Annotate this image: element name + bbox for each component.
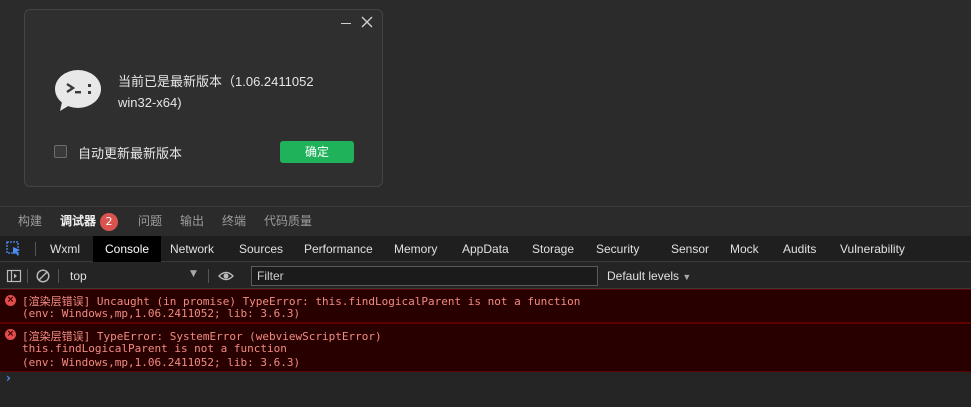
nav-terminal[interactable]: 终端 bbox=[222, 207, 246, 237]
toolbar-divider bbox=[27, 269, 28, 283]
tab-appdata[interactable]: AppData bbox=[462, 236, 509, 262]
nav-problems[interactable]: 问题 bbox=[138, 207, 162, 237]
log-levels-label: Default levels bbox=[607, 269, 680, 283]
confirm-button[interactable]: 确定 bbox=[280, 141, 354, 163]
update-dialog: 当前已是最新版本（1.06.2411052 win32-x64) 自动更新最新版… bbox=[24, 9, 383, 187]
toolbar-divider bbox=[208, 269, 209, 283]
context-selector[interactable]: top bbox=[70, 263, 87, 289]
tab-vulnerability[interactable]: Vulnerability bbox=[840, 236, 905, 262]
tab-network[interactable]: Network bbox=[170, 236, 214, 262]
console-prompt-icon[interactable]: › bbox=[6, 371, 11, 385]
bottom-panel-nav: 构建 调试器 2 问题 输出 终端 代码质量 bbox=[0, 206, 971, 236]
toolbar-divider bbox=[58, 269, 59, 283]
chevron-down-icon: ▼ bbox=[682, 272, 692, 282]
console-error-message[interactable]: × [渲染层错误] Uncaught (in promise) TypeErro… bbox=[0, 289, 971, 323]
error-text-line: this.findLogicalParent is not a function bbox=[22, 342, 287, 355]
tab-console[interactable]: Console bbox=[93, 236, 162, 262]
tab-storage[interactable]: Storage bbox=[532, 236, 574, 262]
minimize-icon[interactable] bbox=[336, 14, 356, 32]
devtools-panel: 构建 调试器 2 问题 输出 终端 代码质量 Wxml Console Netw… bbox=[0, 206, 971, 407]
clear-console-icon[interactable] bbox=[35, 268, 51, 284]
eye-icon[interactable] bbox=[218, 268, 234, 284]
tab-sensor[interactable]: Sensor bbox=[671, 236, 709, 262]
show-sidebar-icon[interactable] bbox=[6, 268, 22, 284]
error-text-line: (env: Windows,mp,1.06.2411052; lib: 3.6.… bbox=[22, 307, 301, 320]
error-icon: × bbox=[5, 295, 16, 306]
debugger-error-badge: 2 bbox=[100, 213, 118, 231]
inspect-element-icon[interactable] bbox=[6, 241, 22, 257]
tab-security[interactable]: Security bbox=[596, 236, 639, 262]
wechat-devtools-logo-icon bbox=[54, 69, 102, 113]
error-icon: × bbox=[5, 329, 16, 340]
log-levels-dropdown[interactable]: Default levels ▼ bbox=[607, 263, 691, 289]
tabbar-divider bbox=[35, 242, 36, 256]
auto-update-label[interactable]: 自动更新最新版本 bbox=[78, 143, 182, 162]
update-message: 当前已是最新版本（1.06.2411052 win32-x64) bbox=[118, 74, 314, 110]
console-toolbar: top ▼ Default levels ▼ bbox=[0, 263, 971, 289]
console-error-message[interactable]: × [渲染层错误] TypeError: SystemError (webvie… bbox=[0, 323, 971, 372]
tab-sources[interactable]: Sources bbox=[239, 236, 283, 262]
tab-memory[interactable]: Memory bbox=[394, 236, 437, 262]
nav-build[interactable]: 构建 bbox=[18, 207, 42, 237]
error-text-line: (env: Windows,mp,1.06.2411052; lib: 3.6.… bbox=[22, 356, 301, 369]
close-icon[interactable] bbox=[357, 14, 377, 32]
auto-update-checkbox[interactable] bbox=[54, 145, 67, 158]
chevron-down-icon[interactable]: ▼ bbox=[190, 269, 197, 279]
tab-performance[interactable]: Performance bbox=[304, 236, 373, 262]
nav-debugger[interactable]: 调试器 bbox=[60, 207, 96, 237]
devtools-tabbar: Wxml Console Network Sources Performance… bbox=[0, 236, 971, 262]
tab-mock[interactable]: Mock bbox=[730, 236, 759, 262]
tab-wxml[interactable]: Wxml bbox=[50, 236, 80, 262]
tab-audits[interactable]: Audits bbox=[783, 236, 816, 262]
nav-code-quality[interactable]: 代码质量 bbox=[264, 207, 312, 237]
nav-output[interactable]: 输出 bbox=[180, 207, 204, 237]
filter-input[interactable] bbox=[251, 266, 598, 286]
